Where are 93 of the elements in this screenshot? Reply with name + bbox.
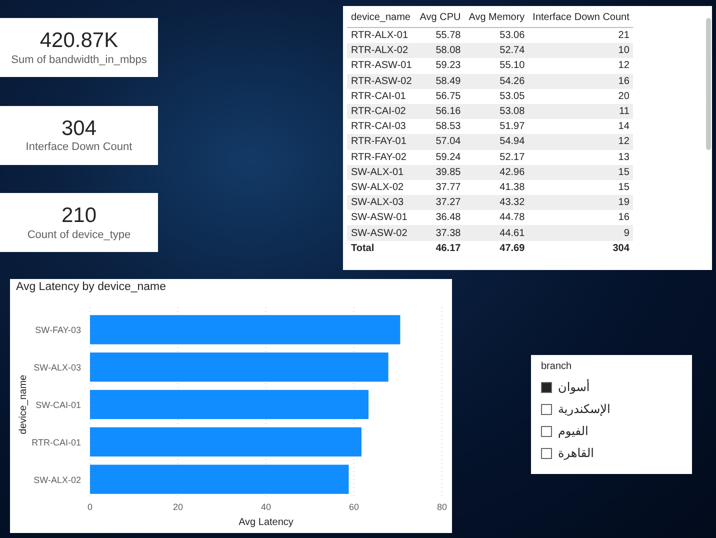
table-cell: 37.27 — [416, 195, 465, 210]
tick-label: 80 — [437, 502, 447, 512]
total-cell: 46.17 — [416, 240, 465, 256]
table-cell: 58.08 — [416, 43, 465, 58]
table-cell: 58.53 — [416, 119, 465, 134]
table-cell: SW-ASW-02 — [347, 225, 416, 241]
table-cell: 51.97 — [464, 119, 529, 134]
table-cell: SW-ALX-01 — [347, 164, 416, 180]
table-cell: 58.49 — [416, 74, 465, 89]
category-label: SW-CAI-01 — [36, 400, 81, 410]
axis-title: device_name — [18, 374, 29, 434]
table-cell: 53.05 — [464, 88, 529, 104]
axis-title: Avg Latency — [238, 517, 294, 528]
table-cell: 44.61 — [464, 225, 529, 241]
checkbox[interactable] — [541, 404, 552, 414]
table-cell: 19 — [528, 195, 634, 210]
slicer-option[interactable]: أسوان — [558, 380, 590, 394]
slicer-option[interactable]: القاهرة — [558, 446, 594, 460]
table-cell-text: 59.23 — [434, 59, 462, 74]
table-cell: 10 — [528, 43, 634, 58]
table-cell: 39.85 — [416, 164, 465, 180]
table-cell: 16 — [528, 74, 634, 89]
total-cell: 47.69 — [464, 240, 529, 256]
checkbox[interactable] — [541, 382, 552, 392]
chart-title: Avg Latency by device_name — [16, 281, 168, 293]
checkbox[interactable] — [541, 426, 552, 436]
table-cell: RTR-CAI-03 — [347, 119, 416, 134]
table-cell: 55.78 — [416, 28, 465, 44]
total-cell: Total — [347, 240, 416, 256]
total-cell: 304 — [528, 240, 634, 256]
table-cell: 20 — [528, 88, 634, 104]
card-label: Count of device_type — [27, 228, 131, 241]
table-cell: 16 — [528, 210, 634, 226]
table-cell: 12 — [528, 134, 634, 150]
table-cell: RTR-ALX-02 — [347, 43, 416, 58]
table-cell: 44.78 — [464, 210, 529, 226]
table-cell: 54.94 — [464, 134, 529, 150]
tick-label: 0 — [88, 502, 92, 512]
table-cell: 13 — [528, 150, 634, 165]
table-cell: RTR-FAY-02 — [347, 150, 416, 165]
column-header[interactable]: device_name — [347, 10, 416, 28]
table-cell: SW-ASW-01 — [347, 210, 416, 226]
category-label: SW-ALX-02 — [34, 474, 81, 485]
table-cell: RTR-ALX-01 — [347, 28, 416, 44]
card-label: Sum of bandwidth_in_mbps — [11, 54, 147, 66]
table-cell: 9 — [528, 225, 634, 241]
column-header[interactable]: Interface Down Count — [528, 10, 634, 28]
table-cell: 54.26 — [464, 74, 529, 89]
category-label: SW-FAY-03 — [35, 325, 81, 336]
table-cell: 43.32 — [464, 195, 529, 210]
table-cell: 42.96 — [464, 164, 529, 180]
scrollbar[interactable] — [706, 18, 711, 150]
tick-label: 60 — [349, 502, 359, 512]
card-value: 304 — [61, 116, 97, 142]
table-cell: 52.17 — [464, 150, 529, 165]
table-cell: 56.75 — [416, 88, 465, 104]
table-cell: RTR-CAI-02 — [347, 104, 416, 120]
slicer-option[interactable]: الإسكندرية — [558, 402, 610, 416]
table-cell: 14 — [528, 119, 634, 134]
table-cell: 21 — [528, 28, 634, 44]
table-cell: 57.04 — [416, 134, 465, 150]
table-cell-text: RTR-ASW-01 — [350, 59, 413, 74]
table-cell: 15 — [528, 180, 634, 196]
card-label: Interface Down Count — [26, 141, 132, 154]
table-cell: RTR-ASW-02 — [347, 74, 416, 89]
table-cell-text: 55.10 — [498, 59, 526, 74]
table-cell-text: 12 — [617, 59, 630, 74]
table-cell: 11 — [528, 104, 634, 120]
table-cell: 53.06 — [464, 28, 529, 44]
checkbox[interactable] — [541, 448, 552, 458]
table-cell: 56.16 — [416, 104, 465, 120]
table-cell: 36.48 — [416, 210, 465, 226]
category-label: RTR-CAI-01 — [32, 437, 81, 448]
table-cell: 37.38 — [416, 225, 465, 241]
slicer-option[interactable]: الفيوم — [558, 424, 588, 438]
category-label: SW-ALX-03 — [34, 362, 81, 373]
table-cell: 53.08 — [464, 104, 529, 120]
card-value: 210 — [61, 204, 97, 229]
card-value: 420.87K — [40, 29, 118, 54]
table-cell: 15 — [528, 164, 634, 180]
table-cell: 41.38 — [464, 180, 529, 196]
column-header[interactable]: Avg Memory — [464, 10, 529, 28]
tick-label: 40 — [261, 502, 271, 512]
table-cell: 59.24 — [416, 150, 465, 165]
table-cell: 52.74 — [464, 43, 529, 58]
tick-label: 20 — [173, 502, 183, 512]
table-cell: RTR-FAY-01 — [347, 134, 416, 150]
slicer-title: branch — [541, 361, 573, 372]
table-cell: SW-ALX-02 — [347, 180, 416, 196]
table-cell: SW-ALX-03 — [347, 195, 416, 210]
table-cell: RTR-CAI-01 — [347, 88, 416, 104]
column-header[interactable]: Avg CPU — [416, 10, 465, 28]
table-cell: 37.77 — [416, 180, 465, 196]
